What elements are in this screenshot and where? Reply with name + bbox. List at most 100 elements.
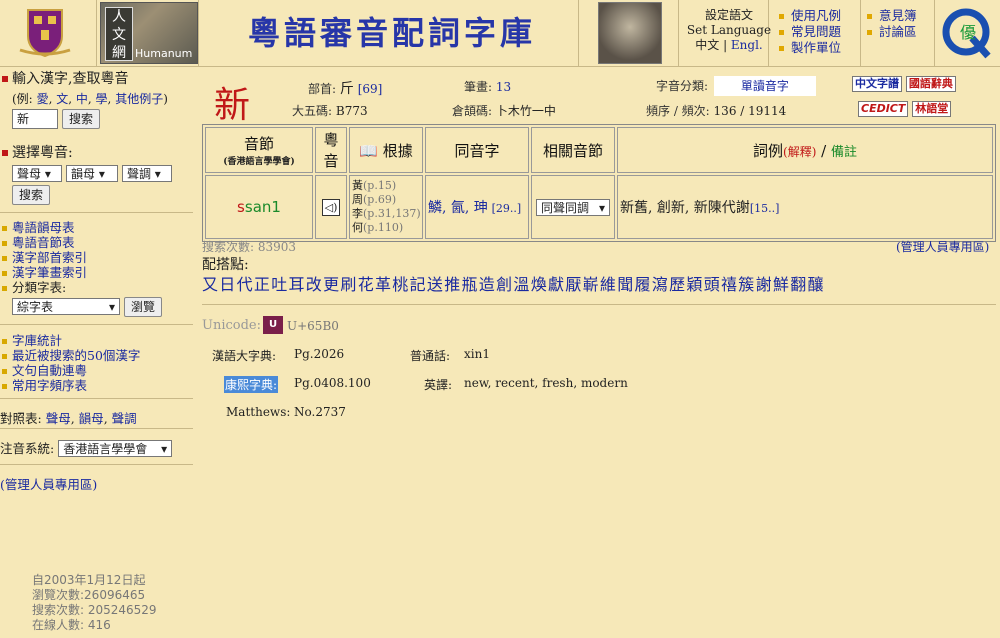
link-finals-table[interactable]: 粵語韻母表 [2, 220, 194, 235]
header-basis: 根據 [382, 141, 413, 160]
unicode-label: Unicode: [202, 318, 261, 333]
admin-link-main[interactable]: (管理人員專用區) [896, 238, 989, 255]
phonetic-system: 注音系統: 香港語言學學會 ▾ [0, 438, 173, 457]
putonghua-value: xin1 [464, 347, 490, 361]
example-link-2[interactable]: 文 [56, 92, 68, 106]
tag-chinese-script[interactable]: 中文字譜 [852, 76, 902, 92]
search-button[interactable]: 搜索 [61, 109, 100, 129]
phonetic-system-select[interactable]: 香港語言學學會 ▾ [58, 440, 173, 457]
dict-tags-1: 中文字譜 國語辭典 [852, 76, 956, 92]
lang-set-label: 設定語文 [704, 8, 753, 22]
choose-title: 選擇粵音: [12, 145, 73, 161]
example-link-4[interactable]: 學 [96, 92, 108, 106]
english-label: 英譯: [424, 378, 453, 392]
nav-item-usage[interactable]: 使用凡例 [779, 8, 841, 24]
words-cell: 新舊, 創新, 新陳代謝[15..] [617, 175, 993, 239]
edu-logo[interactable]: 優 [942, 4, 994, 62]
tag-guoyu-dict[interactable]: 國語辭典 [905, 76, 956, 92]
nav-item-guestbook[interactable]: 意見簿 [867, 8, 917, 24]
nav-menu-2: 意見簿 討論區 [867, 8, 917, 40]
sidebar: 輸入漢字,查取粵音 (例: 愛, 文, 中, 學, 其他例子) 新 搜索 [2, 68, 194, 129]
table-header-row: 音節 (香港語言學學會) 粵 音 📖 根據 同音字 相關音節 詞例(解釋) / … [205, 127, 993, 173]
pronunciation-table: 音節 (香港語言學學會) 粵 音 📖 根據 同音字 相關音節 詞例(解釋) / … [202, 124, 996, 242]
cangjie-value: 卜木竹一中 [495, 104, 556, 118]
header-homophones: 同音字 [425, 127, 529, 173]
radical-info: 部首: 斤 [69] [308, 81, 383, 97]
input-title: 輸入漢字,查取粵音 [12, 71, 129, 87]
matthews-value: No.2737 [294, 405, 346, 419]
counter-panel: 自2003年1月12日起 瀏覽次數:26096465 搜索次數: 2052465… [32, 573, 157, 633]
compare-line: 對照表: 聲母, 韻母, 聲調 [0, 411, 137, 426]
example-link-1[interactable]: 愛 [37, 92, 49, 106]
speaker-icon[interactable]: ◁) [322, 198, 340, 216]
compare-finals-link[interactable]: 韻母 [79, 411, 104, 426]
syllable-value: san1 [244, 198, 281, 216]
search-count-char: 搜索次數: 83903 [202, 240, 297, 254]
site-title: 粵語審音配詞字庫 [248, 14, 537, 52]
header-words: 詞例 [753, 141, 784, 160]
example-link-3[interactable]: 中 [76, 92, 88, 106]
header-related: 相關音節 [531, 127, 615, 173]
link-recent-50[interactable]: 最近被搜索的50個漢字 [2, 348, 194, 363]
basis-cell: 黃(p.15) 周(p.69) 李(p.31,137) 何(p.110) [349, 175, 423, 239]
link-syllable-table[interactable]: 粵語音節表 [2, 235, 194, 250]
freq-info: 頻序 / 頻次: 136 / 19114 [646, 104, 787, 118]
lang-en-link[interactable]: Engl. [731, 38, 763, 52]
classify-label: 分類字表: [12, 280, 67, 295]
hydzd-label: 漢語大字典: [212, 349, 277, 363]
header-syllable-sub: (香港語言學學會) [223, 157, 295, 167]
pairs-links[interactable]: 又日代正吐耳改更刷花革桃記送推瓶造創溫煥獻厭嶄維聞履瀉歷穎頭禧簇謝鮮翻釀 [202, 271, 825, 295]
phonetic-select-panel: 選擇粵音: 聲母 ▾ 韻母 ▾ 聲調 ▾ 搜索 [2, 142, 194, 205]
homophones-cell: 鱗, 氤, 珅 [29..] [425, 175, 529, 239]
since-date: 自2003年1月12日起 [32, 573, 146, 587]
related-select[interactable]: 同聲同調 ▾ [536, 198, 610, 216]
words-more-link[interactable]: [15..] [750, 202, 780, 215]
tone-select[interactable]: 聲調 ▾ [121, 165, 172, 182]
university-crest-logo[interactable] [14, 6, 76, 58]
compare-tones-link[interactable]: 聲調 [112, 411, 137, 426]
radical-number-link[interactable]: [69] [358, 82, 383, 96]
header-words-note: 備註 [830, 144, 857, 160]
initial-select[interactable]: 聲母 ▾ [12, 165, 62, 182]
link-radical-index[interactable]: 漢字部首索引 [2, 250, 194, 265]
dict-tags-2: CEDICT 林語堂 [858, 101, 952, 117]
lang-zh-link[interactable]: 中文 [695, 38, 719, 52]
nav-menu-1: 使用凡例 常見問題 製作單位 [779, 8, 841, 56]
unicode-icon[interactable]: U [263, 316, 283, 334]
browse-button[interactable]: 瀏覽 [123, 297, 162, 317]
tag-cedict[interactable]: CEDICT [858, 101, 909, 117]
nav-item-forum[interactable]: 討論區 [867, 24, 917, 40]
compare-initials-link[interactable]: 聲母 [46, 411, 71, 426]
admin-link-sidebar[interactable]: (管理人員專用區) [0, 474, 97, 493]
final-select[interactable]: 韻母 ▾ [65, 165, 118, 182]
homophones-links[interactable]: 鱗, 氤, 珅 [428, 200, 488, 216]
classify-select[interactable]: 綜字表 ▾ [12, 298, 120, 315]
char-input[interactable]: 新 [12, 109, 58, 129]
tag-lin-yutang[interactable]: 林語堂 [912, 101, 952, 117]
kangxi-value: Pg.0408.100 [294, 376, 371, 390]
link-stats[interactable]: 字庫統計 [2, 333, 194, 348]
link-auto-romanize[interactable]: 文句自動連粵 [2, 363, 194, 378]
word-examples: 新舊, 創新, 新陳代謝 [620, 200, 750, 216]
english-value: new, recent, fresh, modern [464, 376, 628, 390]
lang-set-label-en: Set Language [686, 23, 772, 37]
link-stroke-index[interactable]: 漢字筆畫索引 [2, 265, 194, 280]
nav-item-faq[interactable]: 常見問題 [779, 24, 841, 40]
big5-value: B773 [335, 104, 368, 118]
big5-info: 大五碼: B773 [292, 104, 368, 118]
search-sound-button[interactable]: 搜索 [12, 185, 51, 205]
strokes-info: 筆畫: 13 [464, 80, 512, 94]
link-freq-table[interactable]: 常用字頻序表 [2, 378, 194, 393]
radical-value: 斤 [339, 81, 354, 97]
humanum-logo[interactable]: 人文網 Humanum [100, 2, 198, 64]
search-count: 搜索次數: 205246529 [32, 603, 157, 617]
class-info: 字音分類: 單讀音字 [656, 76, 816, 96]
header-words-expl: (解釋) [783, 144, 817, 159]
homophones-more-link[interactable]: [29..] [492, 202, 522, 215]
links-panel-2: 字庫統計 最近被搜索的50個漢字 文句自動連粵 常用字頻序表 [2, 333, 194, 393]
statue-image[interactable] [598, 2, 662, 64]
nav-item-credits[interactable]: 製作單位 [779, 40, 841, 56]
example-link-more[interactable]: 其他例子 [115, 92, 163, 106]
examples-line: (例: 愛, 文, 中, 學, 其他例子) [12, 92, 168, 106]
header-syllable: 音節 [243, 135, 274, 153]
